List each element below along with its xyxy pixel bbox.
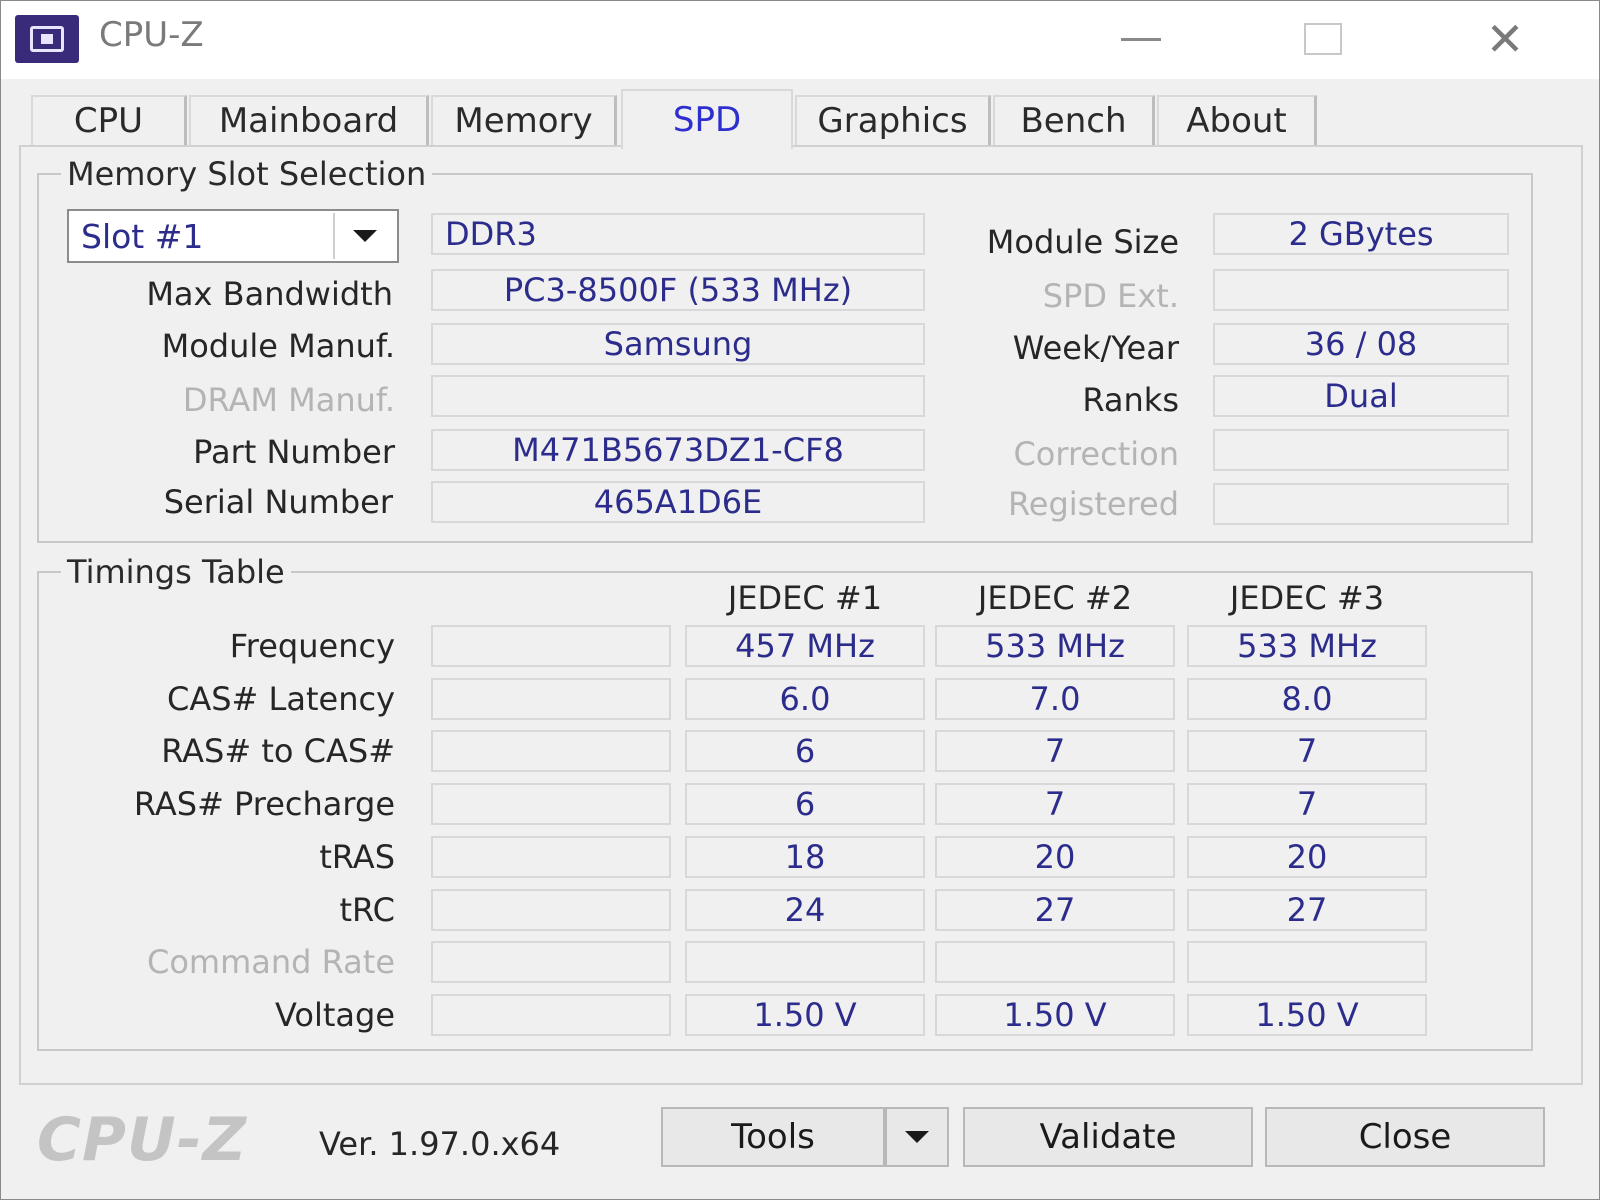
timing-cell [431,678,671,720]
timing-cell: 20 [935,836,1175,878]
timing-cell: 27 [935,889,1175,931]
timing-cell: 1.50 V [1187,994,1427,1036]
dram-manuf-label: DRAM Manuf. [182,381,395,419]
tools-dropdown-button[interactable] [885,1107,949,1167]
timing-cell: 6.0 [685,678,925,720]
max-bandwidth-field: PC3-8500F (533 MHz) [431,269,925,311]
tools-button[interactable]: Tools [661,1107,885,1167]
memory-slot-selection-legend: Memory Slot Selection [67,155,427,193]
close-window-button[interactable]: ✕ [1475,11,1535,67]
part-number-label: Part Number [193,433,395,471]
maximize-icon [1304,23,1342,55]
tab-about[interactable]: About [1157,95,1317,145]
timing-row-label: RAS# to CAS# [161,732,395,770]
correction-label: Correction [1013,435,1179,473]
max-bandwidth-label: Max Bandwidth [146,275,393,313]
timing-cell: 6 [685,783,925,825]
cpu-z-logo: CPU-Z [37,1105,248,1175]
tab-graphics[interactable]: Graphics [795,95,991,145]
timing-cell [431,889,671,931]
ranks-field: Dual [1213,375,1509,417]
window-title: CPU-Z [99,15,204,55]
chevron-down-icon [905,1131,929,1143]
timing-cell [431,994,671,1036]
timing-cell [431,625,671,667]
timing-cell [685,941,925,983]
ranks-label: Ranks [1082,381,1179,419]
spd-ext-label: SPD Ext. [1042,277,1179,315]
module-size-label: Module Size [986,223,1179,261]
timing-cell: 27 [1187,889,1427,931]
cpu-z-app-icon [15,15,79,63]
timing-cell [431,941,671,983]
minimize-icon [1121,37,1161,41]
memory-type-field: DDR3 [431,213,925,255]
registered-field [1213,483,1509,525]
close-button[interactable]: Close [1265,1107,1545,1167]
timing-row-label: Command Rate [146,943,395,981]
module-size-field: 2 GBytes [1213,213,1509,255]
tab-mainboard[interactable]: Mainboard [189,95,429,145]
timing-cell: 7 [1187,730,1427,772]
week-year-label: Week/Year [1012,329,1179,367]
timing-row-label: tRAS [319,838,395,876]
module-manuf-label: Module Manuf. [161,327,395,365]
timings-table-legend: Timings Table [67,553,285,591]
chevron-down-icon[interactable] [333,213,395,259]
timing-cell [431,730,671,772]
slot-select-value: Slot #1 [81,217,204,256]
serial-number-label: Serial Number [163,483,393,521]
correction-field [1213,429,1509,471]
spd-ext-field [1213,269,1509,311]
timing-cell [935,941,1175,983]
timing-cell: 20 [1187,836,1427,878]
timing-cell [431,836,671,878]
timing-cell: 1.50 V [935,994,1175,1036]
timing-cell: 533 MHz [1187,625,1427,667]
registered-label: Registered [1007,485,1179,523]
version-label: Ver. 1.97.0.x64 [319,1125,561,1163]
tab-cpu[interactable]: CPU [31,95,187,145]
maximize-button[interactable] [1293,11,1353,67]
tab-spd[interactable]: SPD [621,89,793,149]
timing-row-label: Voltage [274,996,395,1034]
part-number-field: M471B5673DZ1-CF8 [431,429,925,471]
timing-cell [1187,941,1427,983]
dram-manuf-field [431,375,925,417]
timing-cell [431,783,671,825]
timing-cell: 8.0 [1187,678,1427,720]
timing-cell: 7 [935,730,1175,772]
column-header: JEDEC #1 [727,579,883,617]
timing-cell: 7 [1187,783,1427,825]
timing-cell: 457 MHz [685,625,925,667]
timing-cell: 7 [935,783,1175,825]
timing-cell: 24 [685,889,925,931]
timing-row-label: RAS# Precharge [133,785,395,823]
week-year-field: 36 / 08 [1213,323,1509,365]
timing-cell: 18 [685,836,925,878]
module-manuf-field: Samsung [431,323,925,365]
serial-number-field: 465A1D6E [431,481,925,523]
slot-select[interactable]: Slot #1 [67,209,399,263]
column-header: JEDEC #3 [1229,579,1385,617]
close-icon: ✕ [1485,12,1525,66]
minimize-button[interactable] [1111,11,1171,67]
timing-row-label: tRC [339,891,395,929]
timing-row-label: Frequency [229,627,395,665]
column-header: JEDEC #2 [977,579,1133,617]
timing-cell: 6 [685,730,925,772]
timing-row-label: CAS# Latency [166,680,395,718]
validate-button[interactable]: Validate [963,1107,1253,1167]
tab-bench[interactable]: Bench [993,95,1155,145]
timing-cell: 7.0 [935,678,1175,720]
title-bar[interactable]: CPU-Z ✕ [1,1,1599,79]
timing-cell: 533 MHz [935,625,1175,667]
cpuz-window: CPU-Z ✕ CPU Mainboard Memory SPD Graphic… [0,0,1600,1200]
timing-cell: 1.50 V [685,994,925,1036]
tab-bar: CPU Mainboard Memory SPD Graphics Bench … [27,89,1587,149]
tab-memory[interactable]: Memory [431,95,617,145]
